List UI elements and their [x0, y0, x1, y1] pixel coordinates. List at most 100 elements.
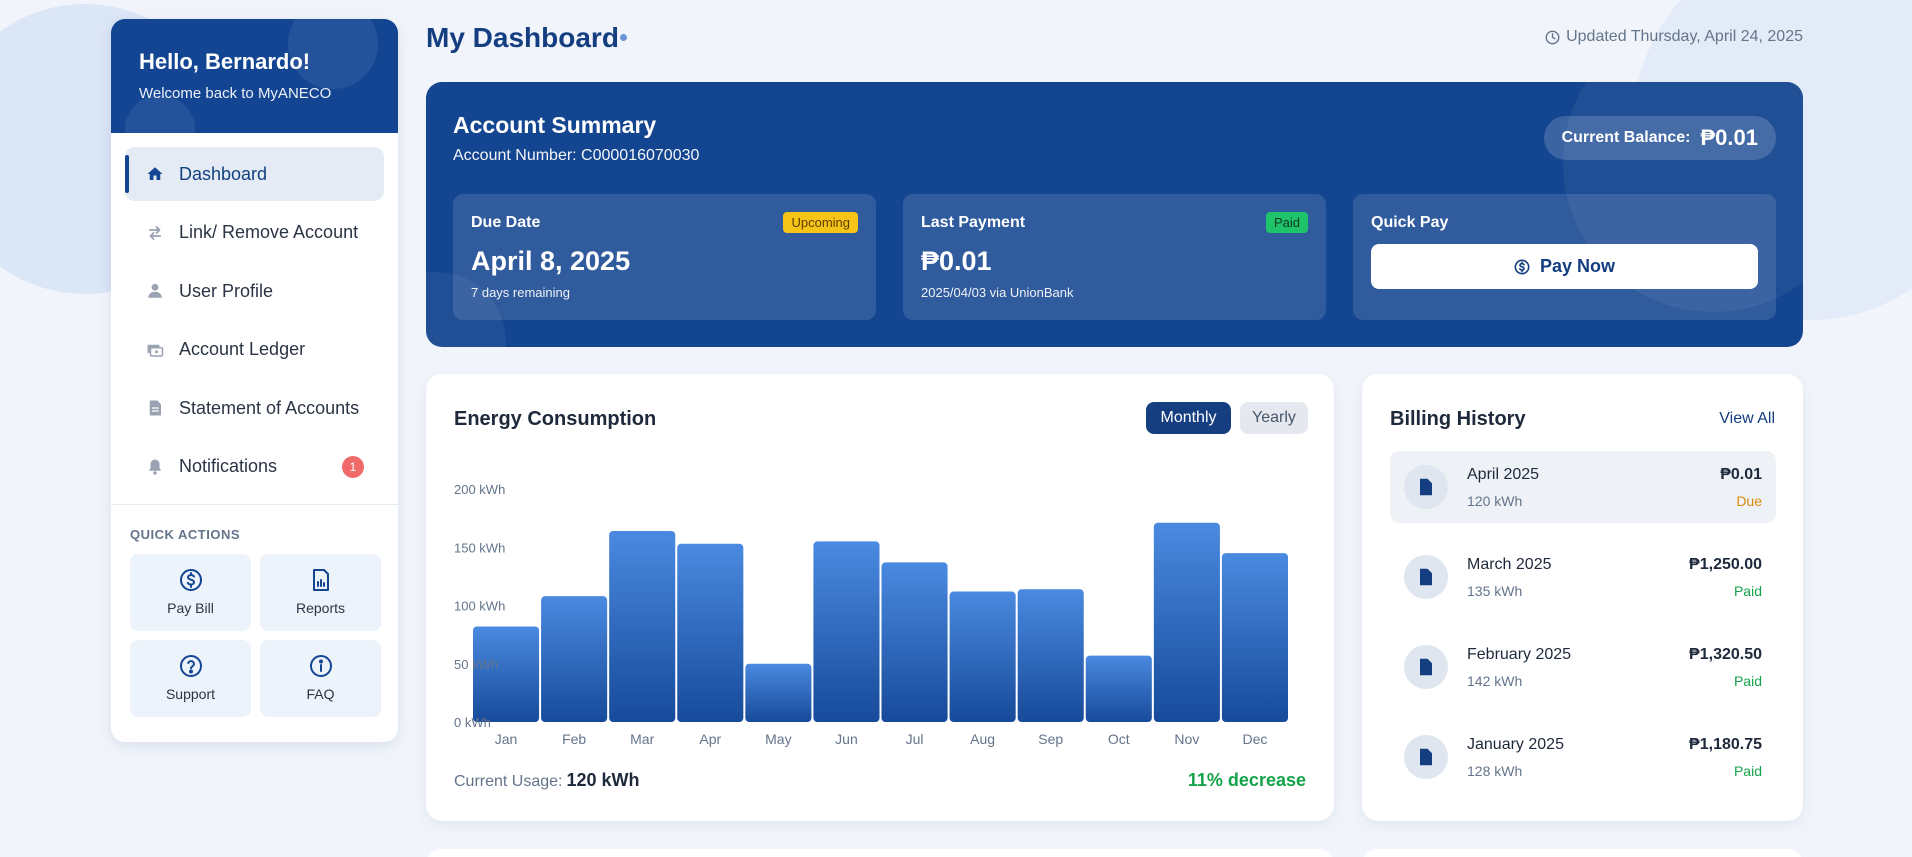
due-date-value: April 8, 2025 [471, 246, 631, 276]
sidebar-item-notifications[interactable]: Notifications 1 [125, 440, 384, 494]
x-tick-label: Aug [970, 731, 995, 747]
welcome-subtitle: Welcome back to MyANECO [139, 85, 332, 102]
sidebar-item-label: Link/ Remove Account [179, 222, 359, 243]
sidebar-item-link-remove-account[interactable]: Link/ Remove Account [125, 206, 384, 260]
pay-now-button[interactable]: Pay Now [1371, 244, 1758, 289]
view-all-link[interactable]: View All [1719, 410, 1775, 428]
x-tick-label: Jun [835, 731, 858, 747]
report-icon [309, 568, 333, 594]
support-label: Support [165, 686, 216, 703]
chart-bar-aug[interactable] [949, 591, 1016, 722]
billing-month: April 2025 [1467, 466, 1540, 483]
energy-consumption-card: Energy Consumption Monthly Yearly Jan Feb… [426, 374, 1334, 821]
chart-bar-jan[interactable] [473, 626, 540, 722]
next-card-peek [426, 849, 1334, 857]
quick-pay-label: Quick Pay [1371, 214, 1449, 231]
billing-row[interactable]: January 2025 128 kWh ₱1,180.75 Paid [1390, 721, 1776, 793]
x-tick-label: Nov [1174, 731, 1199, 747]
chart-bar-apr[interactable] [677, 543, 744, 722]
current-usage-label: Current Usage: [454, 773, 563, 790]
pay-bill-label: Pay Bill [167, 600, 214, 617]
billing-kwh: 142 kWh [1467, 673, 1523, 689]
x-tick-label: May [765, 731, 791, 747]
title-dot [620, 34, 627, 41]
x-tick-label: Jul [906, 731, 924, 747]
y-tick-label: 100 kWh [454, 599, 505, 614]
sidebar-item-account-ledger[interactable]: Account Ledger [125, 323, 384, 377]
billing-kwh: 135 kWh [1467, 583, 1523, 599]
sidebar-item-statement-of-accounts[interactable]: Statement of Accounts [125, 381, 384, 435]
sidebar-item-label: User Profile [179, 280, 274, 301]
billing-amount: ₱0.01 [1720, 466, 1762, 483]
billing-month: January 2025 [1467, 736, 1564, 753]
energy-bar-chart: Jan Feb Mar Apr May Jun Jul Aug Sep Oct Nov Dec 0 kW… [454, 482, 1288, 747]
sidebar-nav: Dashboard Link/ Remove Account User Prof… [111, 133, 398, 494]
status-badge: Upcoming [783, 212, 858, 233]
chart-bar-dec[interactable] [1221, 553, 1288, 722]
chart-bar-jul[interactable] [881, 562, 948, 722]
info-circle-icon [309, 654, 333, 680]
balance-value: ₱0.01 [1700, 125, 1759, 150]
ledger-icon [145, 340, 165, 360]
support-button[interactable]: Support [130, 639, 251, 717]
chart-bar-oct[interactable] [1085, 655, 1152, 722]
pay-now-label: Pay Now [1539, 256, 1616, 276]
x-tick-label: Sep [1038, 731, 1063, 747]
user-icon [145, 281, 165, 301]
next-card-peek [1362, 849, 1803, 857]
status-badge: Paid [1265, 212, 1308, 233]
last-updated: Updated Thursday, April 24, 2025 [1545, 28, 1803, 46]
chart-bar-may[interactable] [745, 663, 812, 722]
reports-label: Reports [295, 600, 346, 617]
reports-button[interactable]: Reports [260, 553, 381, 631]
billing-amount: ₱1,180.75 [1689, 736, 1762, 753]
sidebar-header: Hello, Bernardo! Welcome back to MyANECO [111, 19, 398, 133]
account-summary: Account Summary Account Number: C0000160… [426, 82, 1803, 347]
dollar-circle-icon [1514, 259, 1530, 274]
swap-arrows-icon [145, 223, 165, 243]
notification-badge: 1 [342, 455, 364, 478]
billing-row[interactable]: March 2025 135 kWh ₱1,250.00 Paid [1390, 541, 1776, 613]
x-tick-label: Jan [495, 731, 518, 747]
chart-bar-feb[interactable] [541, 596, 608, 722]
current-usage-value: 120 kWh [566, 770, 640, 790]
home-icon [145, 164, 165, 184]
document-icon [145, 398, 165, 418]
chart-bar-sep[interactable] [1017, 589, 1084, 722]
last-updated-text: Updated Thursday, April 24, 2025 [1566, 28, 1803, 45]
last-payment-value: ₱0.01 [921, 246, 992, 276]
last-payment-note: 2025/04/03 via UnionBank [921, 285, 1074, 300]
chart-bar-jun[interactable] [813, 541, 880, 722]
balance-label: Current Balance: [1561, 129, 1691, 146]
clock-icon [1545, 30, 1560, 44]
bell-icon [145, 457, 165, 477]
x-tick-label: Mar [630, 731, 654, 747]
sidebar: Hello, Bernardo! Welcome back to MyANECO… [111, 19, 398, 742]
account-summary-title: Account Summary [453, 112, 657, 138]
question-circle-icon [179, 654, 203, 680]
chart-bar-nov[interactable] [1153, 522, 1220, 722]
billing-month: March 2025 [1467, 556, 1552, 573]
sidebar-item-user-profile[interactable]: User Profile [125, 264, 384, 318]
faq-button[interactable]: FAQ [260, 639, 381, 717]
billing-amount: ₱1,250.00 [1689, 556, 1762, 573]
x-tick-label: Apr [699, 731, 721, 747]
document-icon [1404, 735, 1448, 779]
quick-actions-grid: Pay Bill Reports Support FAQ [111, 542, 398, 717]
billing-amount: ₱1,320.50 [1689, 646, 1762, 663]
billing-row[interactable]: February 2025 142 kWh ₱1,320.50 Paid [1390, 631, 1776, 703]
chart-bar-mar[interactable] [609, 530, 676, 722]
dollar-circle-icon [179, 568, 203, 594]
y-tick-label: 50 kWh [454, 657, 498, 672]
y-tick-label: 200 kWh [454, 482, 505, 497]
due-date-card: Due Date Upcoming April 8, 2025 7 days r… [453, 194, 876, 320]
billing-title: Billing History [1390, 408, 1526, 430]
sidebar-item-dashboard[interactable]: Dashboard [125, 147, 384, 201]
billing-history-card: Billing History View All April 2025 120 … [1362, 374, 1803, 821]
pay-bill-button[interactable]: Pay Bill [130, 553, 251, 631]
sidebar-item-label: Dashboard [179, 163, 268, 184]
billing-row[interactable]: April 2025 120 kWh ₱0.01 Due [1390, 451, 1776, 523]
x-tick-label: Dec [1243, 731, 1268, 747]
y-tick-label: 0 kWh [454, 715, 491, 730]
due-date-note: 7 days remaining [471, 285, 570, 300]
